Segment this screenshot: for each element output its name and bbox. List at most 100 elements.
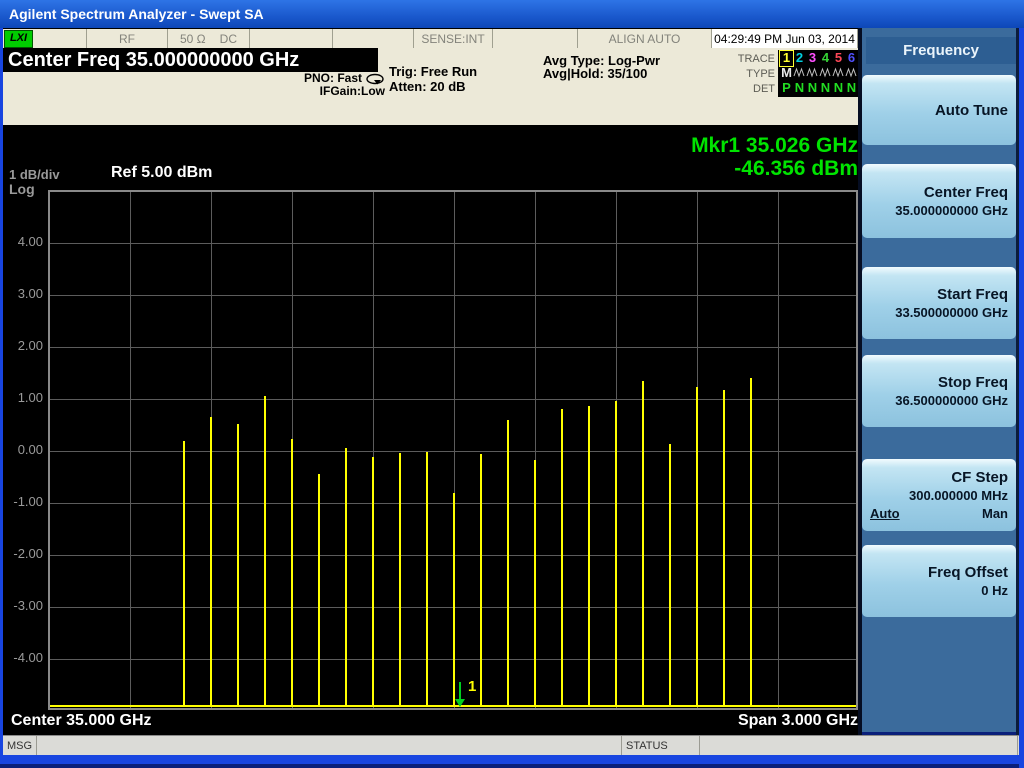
softkey-freq-offset[interactable]: Freq Offset 0 Hz bbox=[862, 545, 1016, 617]
spectrum-plot: 1 bbox=[48, 190, 858, 710]
ifgain-label: IFGain:Low bbox=[319, 84, 385, 98]
msg-cell: MSG bbox=[3, 736, 37, 755]
softkey-cf-step[interactable]: CF Step 300.000000 MHz Auto Man bbox=[862, 459, 1016, 531]
status-cell: RF bbox=[87, 29, 168, 48]
trace-number: 6 bbox=[847, 50, 856, 65]
spectrum-spike bbox=[696, 387, 698, 707]
spectrum-spike bbox=[723, 390, 725, 707]
softkey-value: 300.000000 MHz bbox=[908, 487, 1008, 503]
marker-freq-value: Mkr1 35.026 GHz bbox=[691, 134, 858, 157]
softkey-label: Center Freq bbox=[923, 183, 1008, 201]
lxi-badge: LXI bbox=[4, 30, 33, 48]
status-cell bbox=[333, 29, 414, 48]
spectrum-spike bbox=[750, 378, 752, 707]
continuous-sweep-icon bbox=[366, 73, 384, 84]
toggle-auto[interactable]: Auto bbox=[870, 505, 900, 523]
status-content-cell bbox=[700, 736, 1018, 755]
average-annotation: Avg Type: Log-Pwr Avg|Hold: 35/100 bbox=[543, 54, 660, 80]
scale-type-label: Log bbox=[9, 181, 35, 197]
trace-legend-row-label: DET bbox=[753, 83, 775, 95]
trace-legend: 123456MPNNNNN bbox=[778, 50, 859, 97]
spectrum-spike bbox=[318, 474, 320, 707]
softkey-value: 35.000000000 GHz bbox=[895, 202, 1008, 218]
spectrum-spike bbox=[507, 420, 509, 707]
trace-detector-letter: N bbox=[820, 80, 831, 95]
softkey-auto-tune[interactable]: Auto Tune bbox=[862, 75, 1016, 145]
status-strip: RF 50 Ω DC SENSE:INT ALIGN AUTO 04:29:49 PM J… bbox=[3, 29, 858, 49]
trace-detector-letter: P bbox=[782, 80, 791, 95]
trace-number: 1 bbox=[779, 50, 794, 67]
measurement-bar: Center Freq 35.000000000 GHz PNO: Fast I… bbox=[3, 48, 859, 125]
trace-detector-letter: N bbox=[807, 80, 818, 95]
status-cell: STATUS bbox=[622, 736, 700, 755]
waveform-icon bbox=[806, 66, 819, 81]
marker-readout: Mkr1 35.026 GHz -46.356 dBm bbox=[503, 134, 858, 180]
trace-number: 2 bbox=[795, 50, 804, 65]
waveform-icon bbox=[832, 66, 845, 81]
softkey-start-freq[interactable]: Start Freq 33.500000000 GHz bbox=[862, 267, 1016, 339]
y-axis-tick-label: -1.00 bbox=[13, 494, 43, 509]
status-cell: 50 Ω DC bbox=[168, 29, 250, 48]
spectrum-spike bbox=[264, 396, 266, 707]
spectrum-spike bbox=[372, 457, 374, 707]
trigger-annotation: Trig: Free Run Atten: 20 dB bbox=[389, 64, 477, 94]
window-border-bottom-outer bbox=[0, 764, 1024, 768]
active-function-banner: Center Freq 35.000000000 GHz bbox=[3, 48, 378, 72]
pno-ifgain-annotation: PNO: Fast IFGain:Low bbox=[273, 72, 385, 98]
gridline-horizontal bbox=[50, 243, 856, 244]
ref-level-label: Ref 5.00 dBm bbox=[111, 164, 213, 181]
window-border-right bbox=[1019, 28, 1024, 768]
y-axis-tick-label: 4.00 bbox=[17, 234, 43, 249]
trace-number: 3 bbox=[808, 50, 817, 65]
spectrum-spike bbox=[453, 493, 455, 707]
msg-content-cell bbox=[37, 736, 622, 755]
softkey-stop-freq[interactable]: Stop Freq 36.500000000 GHz bbox=[862, 355, 1016, 427]
softkey-label: CF Step bbox=[951, 468, 1008, 486]
spectrum-spike bbox=[237, 424, 239, 707]
trace-detector-letter: N bbox=[794, 80, 805, 95]
spectrum-spike bbox=[426, 452, 428, 707]
gridline-vertical bbox=[130, 192, 131, 708]
y-axis-tick-label: -2.00 bbox=[13, 546, 43, 561]
status-cell: SENSE:INT bbox=[414, 29, 493, 48]
y-axis-tick-label: 3.00 bbox=[17, 286, 43, 301]
marker-amplitude-value: -46.356 dBm bbox=[734, 157, 858, 180]
spectrum-spike bbox=[345, 448, 347, 707]
status-cell: ALIGN AUTO bbox=[578, 29, 712, 48]
trig-label: Trig: Free Run bbox=[389, 64, 478, 79]
softkey-label: Stop Freq bbox=[938, 373, 1008, 391]
spectrum-spike bbox=[210, 417, 212, 707]
center-freq-annotation: Center 35.000 GHz bbox=[11, 712, 152, 729]
toggle-man[interactable]: Man bbox=[982, 505, 1008, 523]
trace-legend-row-label: TRACE bbox=[737, 53, 775, 65]
waveform-icon bbox=[793, 66, 806, 81]
softkey-value: 0 Hz bbox=[981, 582, 1008, 598]
trace-number: 4 bbox=[821, 50, 830, 65]
spectrum-spike bbox=[480, 454, 482, 707]
spectrum-spike bbox=[588, 406, 590, 707]
status-cell: 04:29:49 PM Jun 03, 2014 bbox=[712, 29, 858, 48]
gridline-horizontal bbox=[50, 347, 856, 348]
softkey-value: 36.500000000 GHz bbox=[895, 392, 1008, 408]
waveform-icon bbox=[819, 66, 832, 81]
softkey-toggle: Auto Man bbox=[870, 505, 1008, 523]
trace-legend-row-label: TYPE bbox=[746, 68, 775, 80]
menu-title: Frequency bbox=[866, 37, 1016, 64]
spectrum-spike bbox=[615, 401, 617, 707]
spectrum-spike bbox=[642, 381, 644, 707]
spectrum-spike bbox=[291, 439, 293, 707]
y-axis-tick-label: -4.00 bbox=[13, 650, 43, 665]
marker-down-arrow-icon bbox=[455, 682, 465, 707]
atten-label: Atten: 20 dB bbox=[389, 79, 466, 94]
waveform-icon bbox=[845, 66, 858, 81]
status-cell bbox=[250, 29, 333, 48]
softkey-center-freq[interactable]: Center Freq 35.000000000 GHz bbox=[862, 164, 1016, 238]
trace-detector-letter: N bbox=[833, 80, 844, 95]
softkey-value: 33.500000000 GHz bbox=[895, 304, 1008, 320]
spectrum-spike bbox=[561, 409, 563, 707]
y-axis-tick-label: 0.00 bbox=[17, 442, 43, 457]
y-axis-tick-label: 1.00 bbox=[17, 390, 43, 405]
y-axis-tick-label: 2.00 bbox=[17, 338, 43, 353]
window-title: Agilent Spectrum Analyzer - Swept SA bbox=[0, 0, 1024, 28]
span-annotation: Span 3.000 GHz bbox=[737, 712, 858, 729]
